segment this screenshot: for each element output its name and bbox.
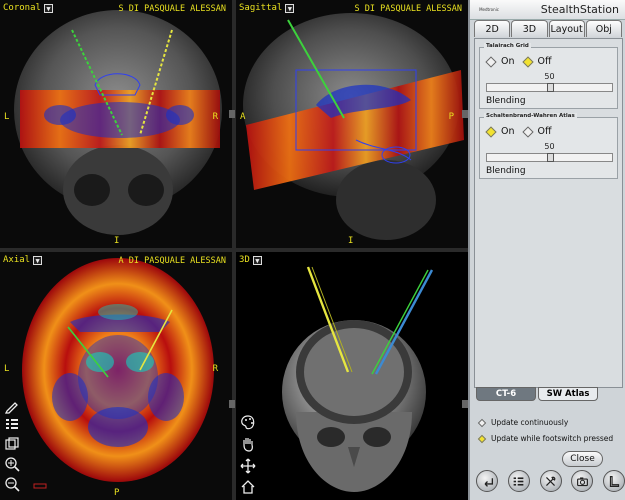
slider-value: 50	[544, 72, 555, 81]
orientation-left: L	[4, 364, 10, 374]
option-label: Update continuously	[491, 418, 569, 427]
update-continuously-option[interactable]: Update continuously	[477, 418, 569, 427]
tab-obj[interactable]: Obj	[585, 20, 622, 37]
panel-header: Medtronic StealthStation	[470, 0, 625, 20]
close-button[interactable]: Close	[562, 451, 603, 467]
copy-icon[interactable]	[4, 436, 20, 452]
talairach-grid-group: Talairach Grid On Off 50 Blending	[479, 43, 618, 109]
subtab-sw-atlas[interactable]: SW Atlas	[538, 387, 598, 401]
schaltenbrand-blending-slider[interactable]	[486, 153, 613, 162]
camera-icon[interactable]	[571, 470, 594, 492]
checklist-icon[interactable]	[507, 470, 530, 492]
palette-icon[interactable]	[240, 414, 256, 430]
splitter-handle[interactable]	[229, 110, 235, 118]
slider-label: Blending	[486, 96, 526, 106]
coronal-title[interactable]: Coronal ▼	[3, 3, 53, 13]
orientation-right: R	[212, 112, 218, 122]
radio-label: Off	[537, 56, 552, 67]
bottom-toolbar	[476, 470, 625, 498]
radio-label: On	[501, 56, 515, 67]
orientation-bottom: I	[348, 236, 354, 246]
orientation-right: R	[212, 364, 218, 374]
panel-body: Talairach Grid On Off 50 Blending Schalt…	[474, 38, 623, 388]
talairach-blending-slider[interactable]	[486, 83, 613, 92]
3d-title-label: 3D	[239, 255, 250, 265]
footswitch-icon[interactable]	[603, 470, 625, 492]
orientation-left: L	[4, 112, 10, 122]
chevron-down-icon[interactable]: ▼	[43, 3, 53, 13]
coronal-title-label: Coronal	[3, 3, 41, 13]
sagittal-title[interactable]: Sagittal ▼	[239, 3, 295, 13]
panel-tabs: 2D 3D Layout Obj	[474, 20, 623, 38]
move-icon[interactable]	[240, 458, 256, 474]
axial-viewport[interactable]: Axial ▼ A DI PASQUALE ALESSAN L R P	[0, 252, 232, 500]
patient-name: A DI PASQUALE ALESSAN	[118, 256, 226, 266]
orientation-right: P	[448, 112, 454, 122]
subtab-ct[interactable]: CT-6	[476, 387, 536, 401]
orientation-left: A	[240, 112, 246, 122]
schaltenbrand-radio-row: On Off	[485, 125, 558, 138]
pen-icon[interactable]	[4, 398, 20, 414]
zoom-in-icon[interactable]	[4, 456, 20, 472]
tools-icon[interactable]	[539, 470, 562, 492]
coronal-image	[0, 0, 232, 248]
group-title: Talairach Grid	[484, 43, 531, 49]
splitter-handle[interactable]	[229, 400, 235, 408]
talairach-on-radio[interactable]	[485, 55, 497, 68]
coronal-viewport[interactable]: Coronal ▼ S DI PASQUALE ALESSAN L R I	[0, 0, 232, 248]
patient-name: S DI PASQUALE ALESSAN	[354, 4, 462, 14]
vertical-splitter[interactable]	[232, 0, 236, 500]
tab-2d[interactable]: 2D	[474, 20, 511, 37]
3d-viewport[interactable]: 3D ▼	[236, 252, 468, 500]
schaltenbrand-off-radio[interactable]	[521, 125, 534, 138]
axial-title-label: Axial	[3, 255, 31, 265]
data-subtabs: CT-6 SW Atlas	[476, 387, 621, 401]
chevron-down-icon[interactable]: ▼	[33, 255, 43, 265]
axial-image	[0, 252, 232, 500]
schaltenbrand-on-radio[interactable]	[485, 125, 497, 138]
brand-logo: Medtronic	[479, 7, 499, 12]
slider-thumb[interactable]	[547, 153, 554, 162]
chevron-down-icon[interactable]: ▼	[252, 255, 262, 265]
update-continuously-radio[interactable]	[477, 418, 487, 427]
sagittal-title-label: Sagittal	[239, 3, 283, 13]
axial-title[interactable]: Axial ▼	[3, 255, 43, 265]
slider-thumb[interactable]	[547, 83, 554, 92]
slider-label: Blending	[486, 166, 526, 176]
list-icon[interactable]	[4, 416, 20, 432]
orientation-bottom: P	[114, 488, 120, 498]
zoom-out-icon[interactable]	[4, 476, 20, 492]
schaltenbrand-atlas-group: Schaltenbrand-Wahren Atlas On Off 50 Ble…	[479, 113, 618, 179]
update-footswitch-radio[interactable]	[477, 434, 487, 443]
sagittal-viewport[interactable]: Sagittal ▼ S DI PASQUALE ALESSAN A P I	[236, 0, 468, 248]
option-label: Update while footswitch pressed	[491, 434, 614, 443]
tab-3d[interactable]: 3D	[511, 20, 548, 37]
talairach-radio-row: On Off	[485, 55, 558, 68]
chevron-down-icon[interactable]: ▼	[285, 3, 295, 13]
patient-name: S DI PASQUALE ALESSAN	[118, 4, 226, 14]
tab-layout[interactable]: Layout	[548, 20, 585, 37]
back-arrow-icon[interactable]	[476, 470, 498, 492]
3d-title[interactable]: 3D ▼	[239, 255, 262, 265]
radio-label: Off	[537, 126, 552, 137]
app-title: StealthStation	[540, 3, 619, 16]
slider-value: 50	[544, 142, 555, 151]
radio-label: On	[501, 126, 515, 137]
talairach-off-radio[interactable]	[521, 55, 534, 68]
3d-render-image	[236, 252, 468, 500]
home-icon[interactable]	[240, 479, 256, 495]
orientation-bottom: I	[114, 236, 120, 246]
sagittal-image	[236, 0, 468, 248]
hand-icon[interactable]	[240, 436, 256, 452]
update-footswitch-option[interactable]: Update while footswitch pressed	[477, 434, 614, 443]
group-title: Schaltenbrand-Wahren Atlas	[484, 113, 577, 119]
control-panel: Medtronic StealthStation 2D 3D Layout Ob…	[468, 0, 625, 500]
